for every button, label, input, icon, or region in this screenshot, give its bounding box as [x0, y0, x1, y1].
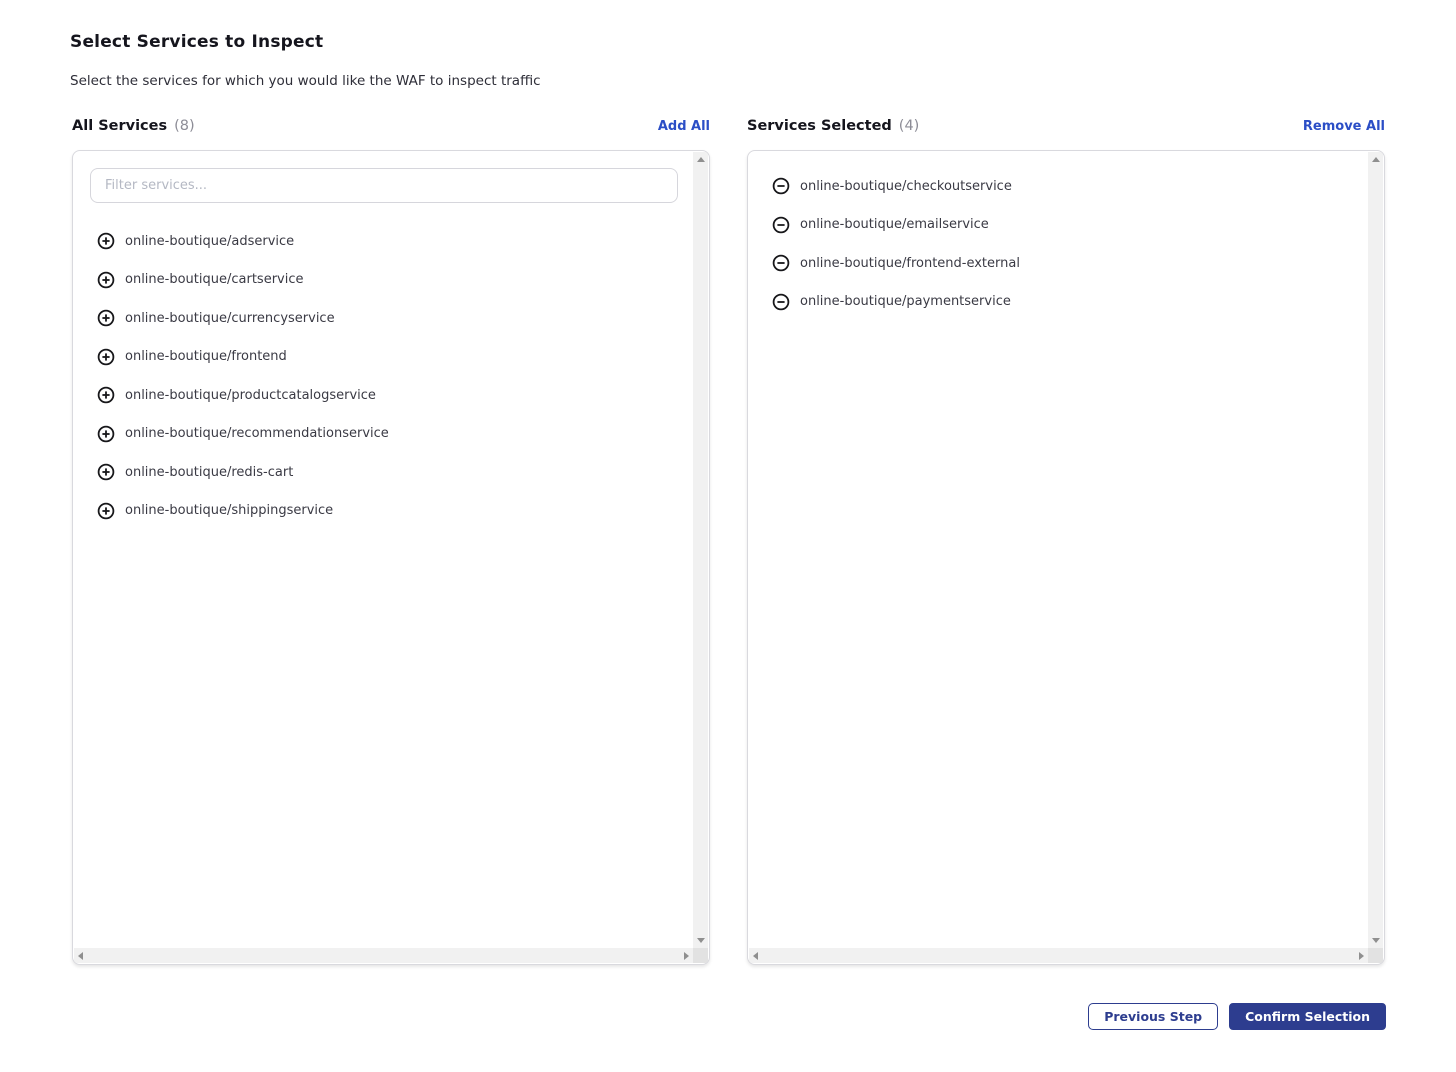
page-subtitle: Select the services for which you would … — [70, 73, 541, 89]
service-name: online-boutique/adservice — [125, 234, 294, 249]
all-services-count: (8) — [174, 118, 195, 134]
scroll-right-arrow-icon[interactable] — [1359, 952, 1364, 960]
service-name: online-boutique/redis-cart — [125, 465, 293, 480]
scroll-down-arrow-icon[interactable] — [697, 938, 705, 943]
previous-step-button[interactable]: Previous Step — [1088, 1003, 1218, 1030]
service-name: online-boutique/shippingservice — [125, 503, 333, 518]
scrollbar-corner — [693, 948, 708, 963]
service-name: online-boutique/checkoutservice — [800, 179, 1012, 194]
service-name: online-boutique/currencyservice — [125, 311, 335, 326]
plus-circle-icon[interactable] — [97, 271, 115, 289]
minus-circle-icon[interactable] — [772, 216, 790, 234]
service-name: online-boutique/recommendationservice — [125, 426, 389, 441]
service-name: online-boutique/cartservice — [125, 272, 304, 287]
service-row: online-boutique/adservice — [73, 222, 709, 261]
footer-actions: Previous Step Confirm Selection — [1088, 1003, 1386, 1030]
plus-circle-icon[interactable] — [97, 463, 115, 481]
minus-circle-icon[interactable] — [772, 177, 790, 195]
all-services-list: online-boutique/adservice online-boutique… — [73, 222, 709, 530]
minus-circle-icon[interactable] — [772, 254, 790, 272]
service-row: online-boutique/redis-cart — [73, 453, 709, 492]
scroll-up-arrow-icon[interactable] — [697, 157, 705, 162]
all-services-panel: online-boutique/adservice online-boutique… — [72, 150, 710, 965]
filter-services-input[interactable] — [90, 168, 678, 203]
all-services-label: All Services — [72, 118, 167, 134]
service-row: online-boutique/paymentservice — [748, 283, 1384, 322]
service-row: online-boutique/checkoutservice — [748, 167, 1384, 206]
service-row: online-boutique/frontend — [73, 338, 709, 377]
service-row: online-boutique/shippingservice — [73, 492, 709, 531]
service-name: online-boutique/emailservice — [800, 217, 989, 232]
service-row: online-boutique/currencyservice — [73, 299, 709, 338]
selected-services-label: Services Selected — [747, 118, 892, 134]
scroll-left-arrow-icon[interactable] — [753, 952, 758, 960]
scroll-down-arrow-icon[interactable] — [1372, 938, 1380, 943]
minus-circle-icon[interactable] — [772, 293, 790, 311]
vertical-scrollbar[interactable] — [1368, 152, 1383, 948]
service-name: online-boutique/productcatalogservice — [125, 388, 376, 403]
service-name: online-boutique/frontend — [125, 349, 287, 364]
service-row: online-boutique/cartservice — [73, 261, 709, 300]
service-row: online-boutique/frontend-external — [748, 244, 1384, 283]
service-name: online-boutique/paymentservice — [800, 294, 1011, 309]
plus-circle-icon[interactable] — [97, 425, 115, 443]
plus-circle-icon[interactable] — [97, 232, 115, 250]
selected-services-count: (4) — [899, 118, 920, 134]
selected-services-list: online-boutique/checkoutservice online-bo… — [748, 151, 1384, 321]
page-title: Select Services to Inspect — [70, 32, 323, 52]
scroll-left-arrow-icon[interactable] — [78, 952, 83, 960]
add-all-link[interactable]: Add All — [658, 119, 710, 134]
horizontal-scrollbar[interactable] — [74, 948, 693, 963]
all-services-header: All Services (8) Add All — [72, 118, 710, 134]
service-row: online-boutique/productcatalogservice — [73, 376, 709, 415]
scroll-up-arrow-icon[interactable] — [1372, 157, 1380, 162]
scroll-right-arrow-icon[interactable] — [684, 952, 689, 960]
plus-circle-icon[interactable] — [97, 348, 115, 366]
remove-all-link[interactable]: Remove All — [1303, 119, 1385, 134]
horizontal-scrollbar[interactable] — [749, 948, 1368, 963]
plus-circle-icon[interactable] — [97, 309, 115, 327]
plus-circle-icon[interactable] — [97, 386, 115, 404]
scrollbar-corner — [1368, 948, 1383, 963]
vertical-scrollbar[interactable] — [693, 152, 708, 948]
plus-circle-icon[interactable] — [97, 502, 115, 520]
service-row: online-boutique/recommendationservice — [73, 415, 709, 454]
service-name: online-boutique/frontend-external — [800, 256, 1020, 271]
service-row: online-boutique/emailservice — [748, 206, 1384, 245]
selected-services-panel: online-boutique/checkoutservice online-bo… — [747, 150, 1385, 965]
confirm-selection-button[interactable]: Confirm Selection — [1229, 1003, 1386, 1030]
selected-services-header: Services Selected (4) Remove All — [747, 118, 1385, 134]
